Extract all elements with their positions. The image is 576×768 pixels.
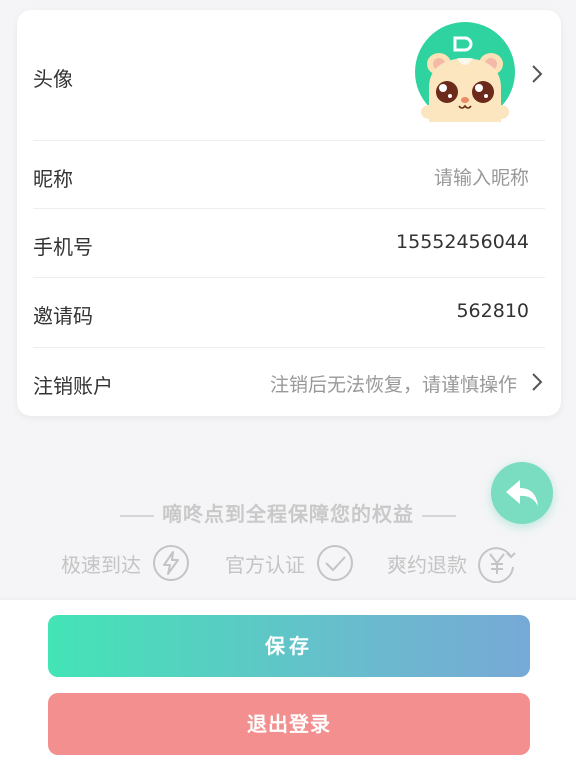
avatar-row[interactable]: 头像 [33,10,545,140]
cancel-account-label: 注销账户 [33,374,113,398]
feature-fast-arrival: 极速到达 [61,543,191,583]
yen-refund-icon [478,547,516,583]
invite-code-row: 邀请码 562810 [33,278,545,346]
divider [120,514,154,517]
nickname-row[interactable]: 昵称 请输入昵称 [33,141,545,209]
chevron-right-icon [532,373,543,391]
nickname-input[interactable]: 请输入昵称 [434,163,529,190]
guarantee-slogan: 嘀咚点到全程保障您的权益 [0,498,576,527]
chevron-right-icon [532,65,543,83]
avatar-label: 头像 [33,67,73,91]
nickname-label: 昵称 [33,167,73,191]
feature-label: 爽约退款 [387,553,467,577]
feature-official-certified: 官方认证 [225,543,355,583]
cancel-account-row[interactable]: 注销账户 注销后无法恢复，请谨慎操作 [33,348,545,416]
slogan-text: 嘀咚点到全程保障您的权益 [162,502,414,526]
logout-button[interactable]: 退出登录 [48,693,530,755]
divider [422,514,456,517]
checkmark-circle-icon [317,545,353,581]
phone-row: 手机号 15552456044 [33,209,545,277]
cancel-account-hint: 注销后无法恢复，请谨慎操作 [269,374,517,396]
lightning-icon [153,545,189,581]
phone-label: 手机号 [33,235,93,259]
profile-card: 头像 昵称 请输入昵称 手机号 15552456044 邀请码 562810 注… [17,10,561,416]
feature-label: 极速到达 [61,553,141,577]
invite-code-value: 562810 [456,300,529,322]
avatar[interactable] [415,22,515,122]
phone-value: 15552456044 [396,231,529,253]
feature-label: 官方认证 [225,553,305,577]
save-button[interactable]: 保存 [48,615,530,677]
feature-no-show-refund: 爽约退款 [387,543,517,583]
invite-code-label: 邀请码 [33,304,93,328]
